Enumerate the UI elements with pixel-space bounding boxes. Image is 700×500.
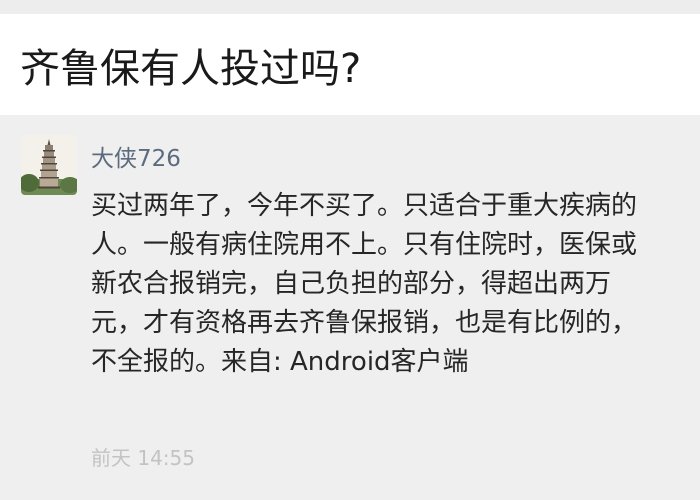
post-card: 大侠726 买过两年了，今年不买了。只适合于重大疾病的 人。一般有病住院用不上。…: [0, 115, 700, 500]
username[interactable]: 大侠726: [91, 145, 181, 173]
post-body-line: 人。一般有病住院用不上。只有住院时，医保或: [91, 230, 638, 260]
post-body-line: 买过两年了，今年不买了。只适合于重大疾病的: [91, 191, 638, 221]
post-body-line: 元，才有资格再去齐鲁保报销，也是有比例的，: [91, 308, 638, 338]
avatar[interactable]: [21, 135, 77, 195]
title-bar: 齐鲁保有人投过吗?: [0, 14, 700, 115]
pagoda-avatar-icon: [21, 135, 77, 195]
post-body-line: 不全报的。来自: Android客户端: [91, 347, 469, 377]
post-timestamp: 前天 14:55: [91, 446, 195, 470]
top-strip: [0, 0, 700, 14]
post-body-line: 新农合报销完，自己负担的部分，得超出两万: [91, 269, 612, 299]
post-body: 买过两年了，今年不买了。只适合于重大疾病的 人。一般有病住院用不上。只有住院时，…: [91, 187, 691, 382]
page-title: 齐鲁保有人投过吗?: [20, 46, 362, 92]
